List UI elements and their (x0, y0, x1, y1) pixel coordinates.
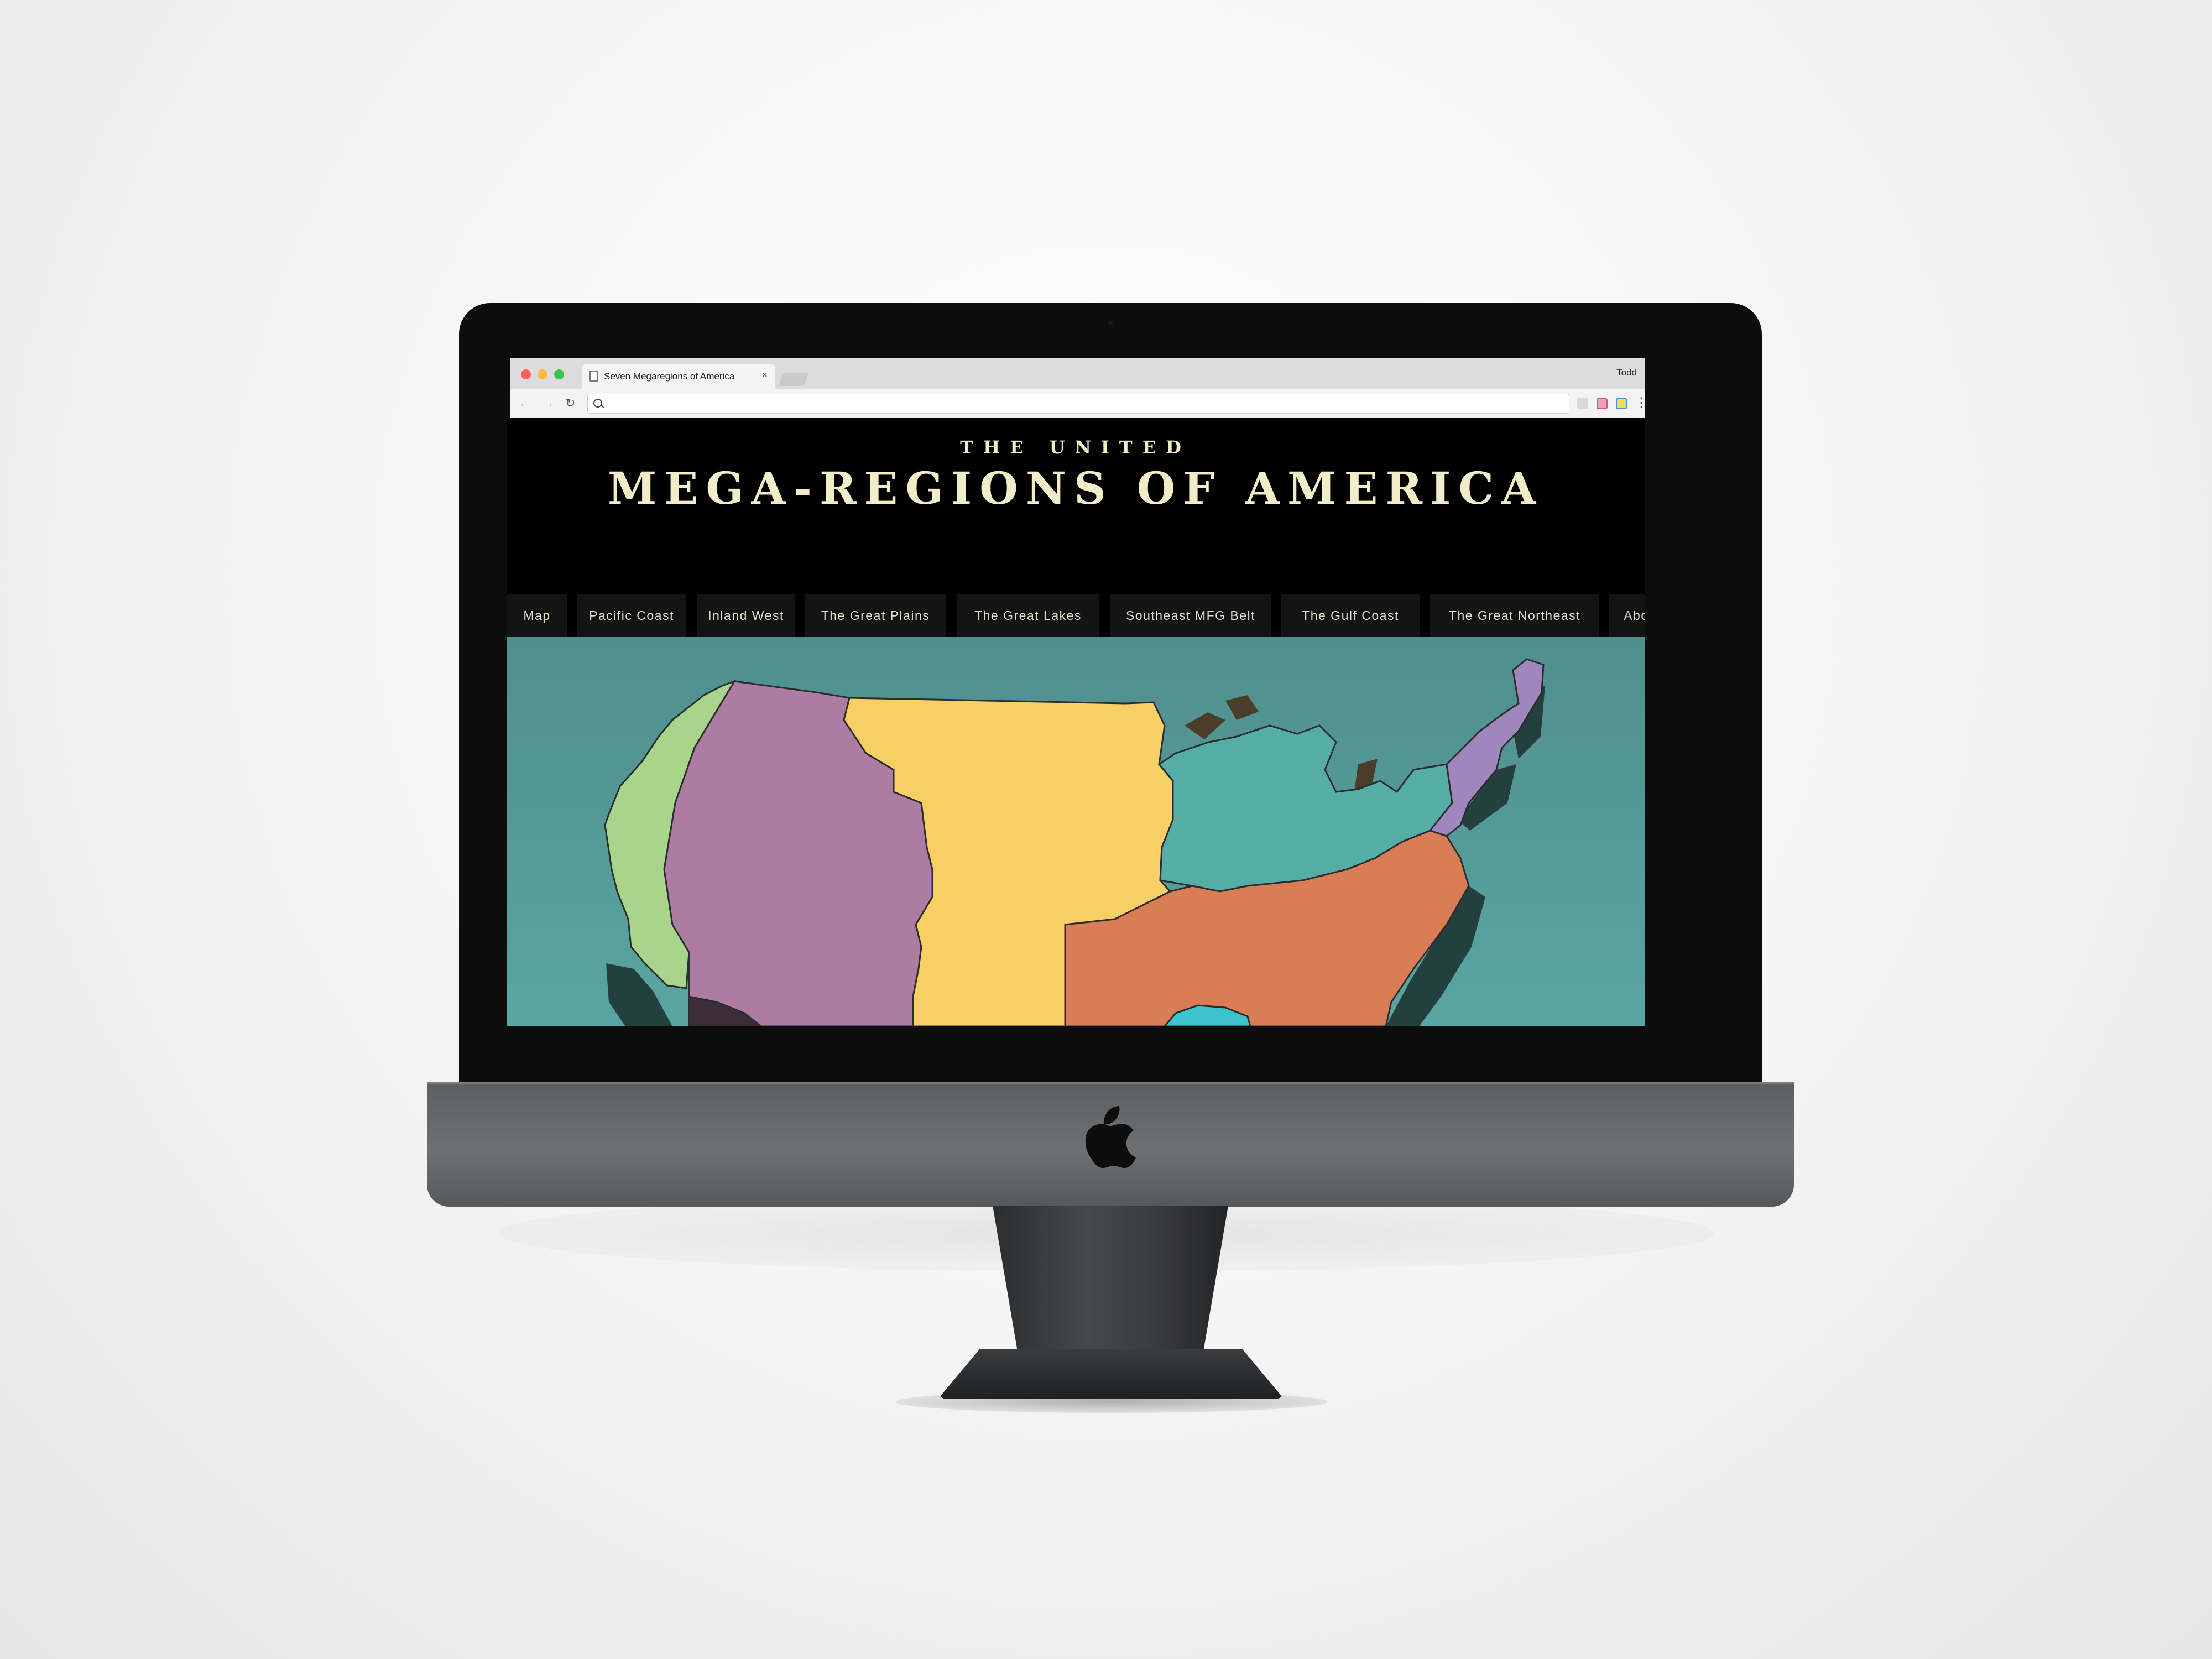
address-bar[interactable] (587, 394, 1569, 414)
nav-gulf-coast[interactable]: The Gulf Coast (1281, 594, 1420, 637)
maximize-window-button[interactable] (554, 369, 564, 379)
nav-great-lakes[interactable]: The Great Lakes (957, 594, 1099, 637)
document-icon (589, 371, 598, 382)
site-title: MEGA-REGIONS OF AMERICA (607, 462, 1544, 514)
nav-great-northeast[interactable]: The Great Northeast (1430, 594, 1599, 637)
megaregions-map (507, 637, 1645, 1026)
extension-icon[interactable] (1597, 398, 1608, 409)
extension-icon[interactable] (1616, 398, 1627, 409)
menu-dots-icon[interactable]: ⋮ (1635, 395, 1648, 411)
profile-name[interactable]: Todd (1616, 367, 1637, 378)
browser-tab[interactable]: Seven Megaregions of America × (582, 364, 775, 389)
imac-mockup: Seven Megaregions of America × Todd ← → … (0, 0, 2212, 1659)
browser-window: Seven Megaregions of America × Todd ← → … (510, 358, 1648, 419)
us-map-svg (507, 637, 1645, 1026)
reload-icon[interactable]: ↻ (565, 396, 575, 410)
tab-bar: Seven Megaregions of America × Todd (510, 358, 1645, 389)
monitor-stand (993, 1206, 1228, 1371)
apple-logo (1085, 1106, 1136, 1168)
screen: Seven Megaregions of America × Todd ← → … (487, 358, 1725, 1084)
camera-dot (1108, 321, 1113, 325)
main-nav: Map Pacific Coast Inland West The Great … (507, 594, 1645, 637)
chin-highlight (427, 1082, 1794, 1084)
nav-great-plains[interactable]: The Great Plains (805, 594, 946, 637)
web-page: THE UNITED MEGA-REGIONS OF AMERICA Map P… (507, 418, 1645, 1026)
site-kicker: THE UNITED (960, 437, 1191, 458)
monitor-foot (938, 1349, 1284, 1399)
site-header: THE UNITED MEGA-REGIONS OF AMERICA (507, 418, 1645, 582)
close-tab-icon[interactable]: × (761, 369, 768, 381)
tab-title: Seven Megaregions of America (604, 371, 735, 382)
extension-icon[interactable] (1577, 398, 1588, 409)
search-icon (593, 399, 602, 408)
minimize-window-button[interactable] (538, 369, 547, 379)
back-arrow-icon[interactable]: ← (519, 396, 531, 410)
new-tab-button[interactable] (778, 373, 809, 386)
nav-inland-west[interactable]: Inland West (697, 594, 795, 637)
forward-arrow-icon[interactable]: → (542, 396, 554, 410)
nav-southeast-mfg-belt[interactable]: Southeast MFG Belt (1110, 594, 1271, 637)
close-window-button[interactable] (521, 369, 531, 379)
nav-pacific-coast[interactable]: Pacific Coast (577, 594, 686, 637)
nav-about[interactable]: About (1609, 594, 1645, 637)
nav-map[interactable]: Map (507, 594, 567, 637)
browser-toolbar: ← → ↻ ⋮ (510, 389, 1648, 419)
